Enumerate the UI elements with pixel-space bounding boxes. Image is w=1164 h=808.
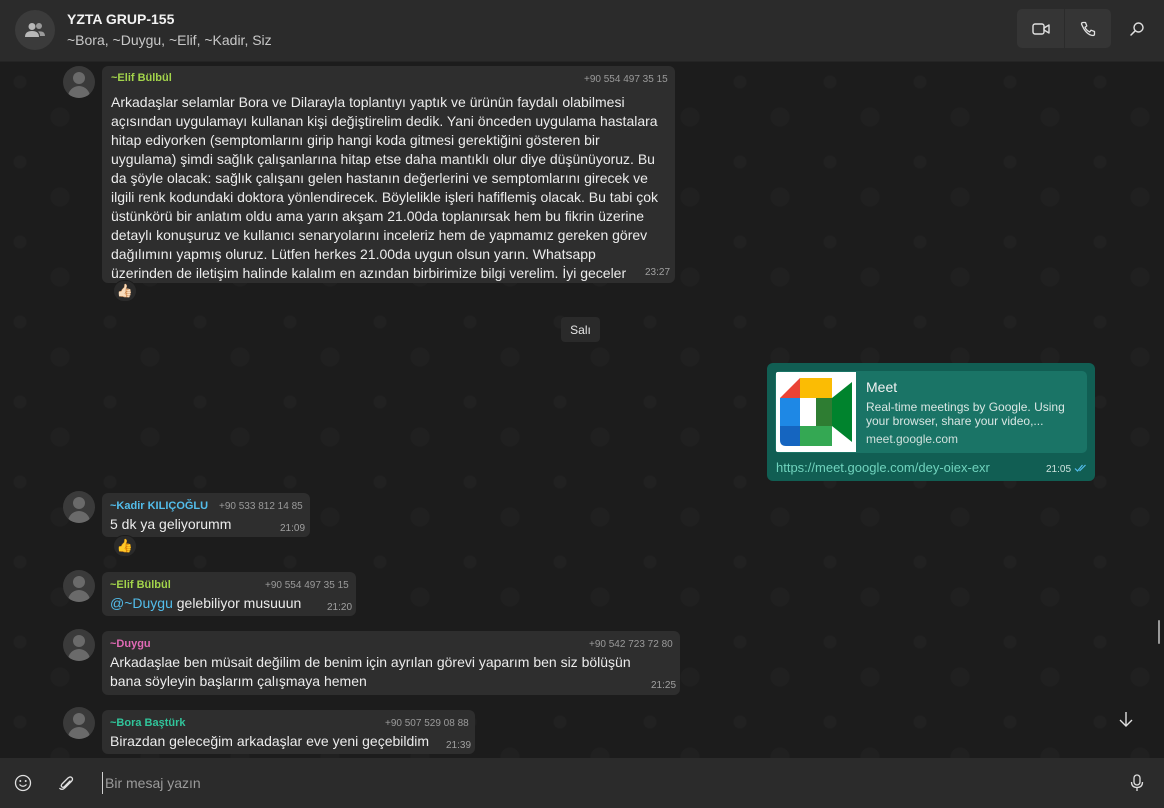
sender-phone: +90 507 529 08 88 [385, 718, 469, 729]
message-bubble[interactable]: ~Bora Baştürk +90 507 529 08 88 Birazdan… [102, 710, 475, 754]
message-sender[interactable]: ~Duygu [110, 638, 151, 650]
message-time: 21:20 [327, 602, 353, 613]
google-meet-icon [776, 372, 856, 452]
link-title: Meet [866, 379, 898, 395]
message-time: 23:27 [645, 267, 671, 278]
group-icon [25, 23, 45, 37]
avatar[interactable] [63, 491, 95, 523]
voice-call-button[interactable] [1064, 9, 1111, 48]
microphone-icon [1130, 774, 1144, 791]
message-input[interactable] [102, 772, 1082, 794]
message-bubble[interactable]: ~Elif Bülbül +90 554 497 35 15 Arkadaşla… [102, 66, 675, 283]
link-description: Real-time meetings by Google. Using your… [866, 400, 1065, 428]
chat-title: YZTA GRUP-155 [67, 11, 175, 27]
outgoing-message-bubble[interactable]: Meet Real-time meetings by Google. Using… [767, 363, 1095, 481]
chat-members: ~Bora, ~Duygu, ~Elif, ~Kadir, Siz [67, 32, 272, 48]
sender-phone: +90 554 497 35 15 [584, 74, 668, 85]
avatar[interactable] [63, 570, 95, 602]
scroll-to-bottom-button[interactable] [1104, 700, 1148, 738]
link-preview-card[interactable]: Meet Real-time meetings by Google. Using… [775, 371, 1087, 453]
meet-logo [776, 372, 856, 452]
message-reaction[interactable]: 👍 [113, 535, 137, 557]
message-link[interactable]: https://meet.google.com/dey-oiex-exr [776, 460, 990, 475]
message-sender[interactable]: ~Elif Bülbül [110, 579, 171, 591]
message-time: 21:09 [280, 523, 306, 534]
message-reaction[interactable]: 👍🏻 [113, 280, 137, 302]
date-separator: Salı [561, 317, 600, 342]
avatar[interactable] [63, 707, 95, 739]
search-icon [1130, 22, 1144, 36]
sender-phone: +90 554 497 35 15 [265, 580, 349, 591]
message-bubble[interactable]: ~Duygu +90 542 723 72 80 Arkadaşlae ben … [102, 631, 680, 695]
message-text: 5 dk ya geliyorumm [110, 516, 232, 532]
message-text: @~Duygu gelebiliyor musuuun [110, 594, 301, 613]
emoji-button[interactable] [9, 769, 37, 797]
message-text: Arkadaşlar selamlar Bora ve Dilarayla to… [111, 94, 659, 281]
scrollbar[interactable] [1158, 620, 1160, 644]
video-call-button[interactable] [1017, 9, 1064, 48]
smiley-icon [14, 774, 32, 792]
message-sender[interactable]: ~Bora Baştürk [110, 717, 186, 729]
video-camera-icon [1031, 22, 1050, 35]
group-avatar[interactable] [15, 10, 55, 50]
message-text-body: gelebiliyor musuuun [172, 595, 302, 611]
message-time: 21:25 [651, 680, 677, 691]
message-time: 21:05 [1046, 464, 1072, 475]
avatar[interactable] [63, 629, 95, 661]
chat-header[interactable]: YZTA GRUP-155 ~Bora, ~Duygu, ~Elif, ~Kad… [0, 0, 1164, 62]
sender-phone: +90 542 723 72 80 [589, 639, 673, 650]
read-receipt-icon [1074, 464, 1086, 472]
paperclip-icon [59, 776, 74, 790]
message-bubble[interactable]: ~Elif Bülbül +90 554 497 35 15 @~Duygu g… [102, 572, 356, 616]
sender-phone: +90 533 812 14 85 [219, 501, 303, 512]
phone-icon [1080, 21, 1096, 36]
message-text: Arkadaşlae ben müsait değilim de benim i… [110, 654, 631, 689]
message-composer [0, 758, 1164, 808]
message-list[interactable]: ~Elif Bülbül +90 554 497 35 15 Arkadaşla… [0, 62, 1164, 758]
call-buttons [1017, 9, 1111, 48]
arrow-down-icon [1119, 712, 1133, 727]
search-button[interactable] [1124, 16, 1150, 42]
message-time: 21:39 [446, 740, 472, 751]
message-text: Birazdan geleceğim arkadaşlar eve yeni g… [110, 733, 430, 749]
message-bubble[interactable]: ~Kadir KILIÇOĞLU +90 533 812 14 85 5 dk … [102, 493, 310, 537]
mention-link[interactable]: @~Duygu [110, 595, 173, 611]
avatar[interactable] [63, 66, 95, 98]
link-domain: meet.google.com [866, 432, 959, 446]
voice-message-button[interactable] [1123, 769, 1151, 797]
message-sender[interactable]: ~Elif Bülbül [111, 72, 172, 84]
attach-button[interactable] [52, 769, 80, 797]
message-sender[interactable]: ~Kadir KILIÇOĞLU [110, 500, 208, 512]
